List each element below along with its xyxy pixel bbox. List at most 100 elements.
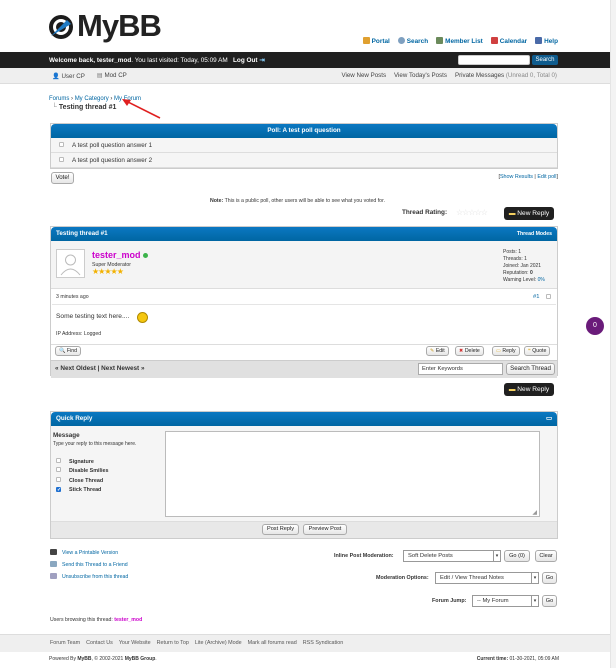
option-signature[interactable]: Signature xyxy=(56,458,94,465)
author-reputation: Reputation: 0 xyxy=(503,270,533,276)
warning-level-link[interactable]: 0% xyxy=(538,277,545,283)
portal-label: Portal xyxy=(371,38,390,45)
help-link[interactable]: Help xyxy=(535,37,558,45)
notification-badge[interactable]: 0 xyxy=(586,317,604,335)
preview-post-button[interactable]: Preview Post xyxy=(303,524,347,535)
moderation-options-select[interactable]: Edit / View Thread Notes ▾ xyxy=(435,572,539,584)
printable-version-link[interactable]: View a Printable Version xyxy=(50,549,118,556)
scrollbar[interactable] xyxy=(610,0,616,668)
search-label: Search xyxy=(406,38,429,45)
moderation-options-label: Moderation Options: xyxy=(376,575,429,581)
edit-poll-link[interactable]: Edit poll xyxy=(537,174,556,180)
reply-button[interactable]: ▭ Reply xyxy=(492,346,520,356)
mod-cp-icon: ▤ xyxy=(96,72,103,79)
mod-cp-link[interactable]: ▤ Mod CP xyxy=(97,72,127,80)
unsubscribe-link[interactable]: Unsubscribe from this thread xyxy=(50,573,128,580)
search-link[interactable]: Search xyxy=(397,37,429,45)
post-reply-button[interactable]: Post Reply xyxy=(262,524,299,535)
inline-moderation-label: Inline Post Moderation: xyxy=(334,553,394,559)
author-stats: Posts: 1 Threads: 1 Joined: Jan 2021 Rep… xyxy=(503,249,545,284)
quick-reply-textarea[interactable]: ◢ xyxy=(165,431,540,517)
moderation-go-button[interactable]: Go xyxy=(542,572,557,584)
footer-links: Forum Team Contact Us Your Website Retur… xyxy=(50,640,343,646)
reply-icon: ▭ xyxy=(496,348,501,354)
delete-button[interactable]: ✖ Delete xyxy=(455,346,484,356)
forum-team-link[interactable]: Forum Team xyxy=(50,640,80,646)
inline-go-button[interactable]: Go (0) xyxy=(504,550,530,562)
printer-icon xyxy=(50,549,57,555)
resize-handle-icon[interactable]: ◢ xyxy=(532,509,537,516)
thread-rating-stars[interactable]: ☆☆☆☆☆ xyxy=(456,208,488,217)
avatar[interactable] xyxy=(56,249,85,278)
author-username[interactable]: tester_mod xyxy=(92,250,141,260)
private-messages-link[interactable]: Private Messages (Unread 0, Total 0) xyxy=(455,72,557,79)
logout-link[interactable]: Log Out xyxy=(233,57,258,64)
rss-link[interactable]: RSS Syndication xyxy=(303,640,343,646)
user-cp-icon: 👤 xyxy=(52,73,60,80)
search-thread-button[interactable]: Search Thread xyxy=(506,363,555,375)
find-icon: 🔍 xyxy=(59,348,66,354)
close-thread-checkbox[interactable] xyxy=(56,477,61,482)
clear-button[interactable]: Clear xyxy=(535,550,557,562)
poll-note-text: This is a public poll, other users will … xyxy=(224,198,385,204)
poll-note: Note: This is a public poll, other users… xyxy=(210,198,385,204)
powered-by: Powered By MyBB, © 2002-2021 MyBB Group. xyxy=(49,656,157,662)
portal-link[interactable]: Portal xyxy=(362,37,390,45)
calendar-link[interactable]: Calendar xyxy=(490,37,527,45)
forum-jump-go-button[interactable]: Go xyxy=(542,595,557,607)
edit-button[interactable]: ✎ Edit xyxy=(426,346,449,356)
return-to-top-link[interactable]: Return to Top xyxy=(157,640,189,646)
header-search-button[interactable]: Search xyxy=(532,55,558,65)
thread-search-input[interactable]: Enter Keywords xyxy=(418,363,503,375)
user-cp-label: User CP xyxy=(61,73,85,80)
chevron-down-icon: ▾ xyxy=(531,596,538,606)
lite-mode-link[interactable]: Lite (Archive) Mode xyxy=(195,640,242,646)
breadcrumb-forums[interactable]: Forums xyxy=(49,96,69,102)
member-list-link[interactable]: Member List xyxy=(436,37,483,45)
find-button[interactable]: 🔍 Find xyxy=(55,346,82,356)
poll-option-label: A test poll question answer 1 xyxy=(72,142,153,149)
send-to-friend-link[interactable]: Send this Thread to a Friend xyxy=(50,561,128,568)
thread-prev-next-links[interactable]: « Next Oldest | Next Newest » xyxy=(55,365,145,372)
show-results-link[interactable]: Show Results xyxy=(500,174,533,180)
new-reply-icon: ▬ xyxy=(508,386,516,393)
post-number-link[interactable]: #1 xyxy=(533,294,539,300)
disable-smilies-checkbox[interactable] xyxy=(56,467,61,472)
option-stick-thread[interactable]: ✓ Stick Thread xyxy=(56,487,101,493)
quick-reply-message-label: Message xyxy=(53,432,80,439)
poll-option-label: A test poll question answer 2 xyxy=(72,157,153,164)
members-icon xyxy=(436,37,444,44)
collapse-icon[interactable]: ▭ xyxy=(546,412,552,426)
breadcrumb-category[interactable]: My Category xyxy=(75,96,109,102)
poll-option[interactable]: A test poll question answer 1 xyxy=(51,138,557,153)
quote-button[interactable]: ❝ Quote xyxy=(524,346,551,356)
mybb-link[interactable]: MyBB xyxy=(77,656,91,662)
view-todays-posts-link[interactable]: View Today's Posts xyxy=(394,72,447,79)
vote-button[interactable]: Vote! xyxy=(51,172,74,184)
your-website-link[interactable]: Your Website xyxy=(119,640,151,646)
poll-option[interactable]: A test poll question answer 2 xyxy=(51,153,557,168)
signature-checkbox[interactable] xyxy=(56,458,61,463)
welcome-user[interactable]: tester_mod xyxy=(97,57,131,64)
new-reply-button[interactable]: ▬ New Reply xyxy=(504,207,554,220)
stick-thread-checkbox[interactable]: ✓ xyxy=(56,487,61,493)
mybb-group-link[interactable]: MyBB Group xyxy=(125,656,156,662)
user-cp-link[interactable]: 👤 User CP xyxy=(52,72,85,80)
inline-moderation-select[interactable]: Soft Delete Posts ▾ xyxy=(403,550,501,562)
contact-us-link[interactable]: Contact Us xyxy=(86,640,113,646)
thread-modes-link[interactable]: Thread Modes xyxy=(517,227,552,241)
browsing-user-link[interactable]: tester_mod xyxy=(114,617,142,623)
post-select-checkbox[interactable] xyxy=(546,294,559,301)
option-close-thread[interactable]: Close Thread xyxy=(56,477,103,484)
mark-all-read-link[interactable]: Mark all forums read xyxy=(248,640,297,646)
poll-option-checkbox[interactable] xyxy=(59,157,64,162)
poll-option-checkbox[interactable] xyxy=(59,142,64,147)
thread-title: Testing thread #1 xyxy=(56,230,108,237)
view-new-posts-link[interactable]: View New Posts xyxy=(341,72,386,79)
quick-reply-title: Quick Reply xyxy=(56,415,93,422)
new-reply-button-bottom[interactable]: ▬ New Reply xyxy=(504,383,554,396)
option-disable-smilies[interactable]: Disable Smilies xyxy=(56,467,109,474)
mybb-logo[interactable]: MyBB xyxy=(47,8,162,44)
header-search-input[interactable] xyxy=(458,55,530,65)
forum-jump-select[interactable]: -- My Forum ▾ xyxy=(472,595,539,607)
